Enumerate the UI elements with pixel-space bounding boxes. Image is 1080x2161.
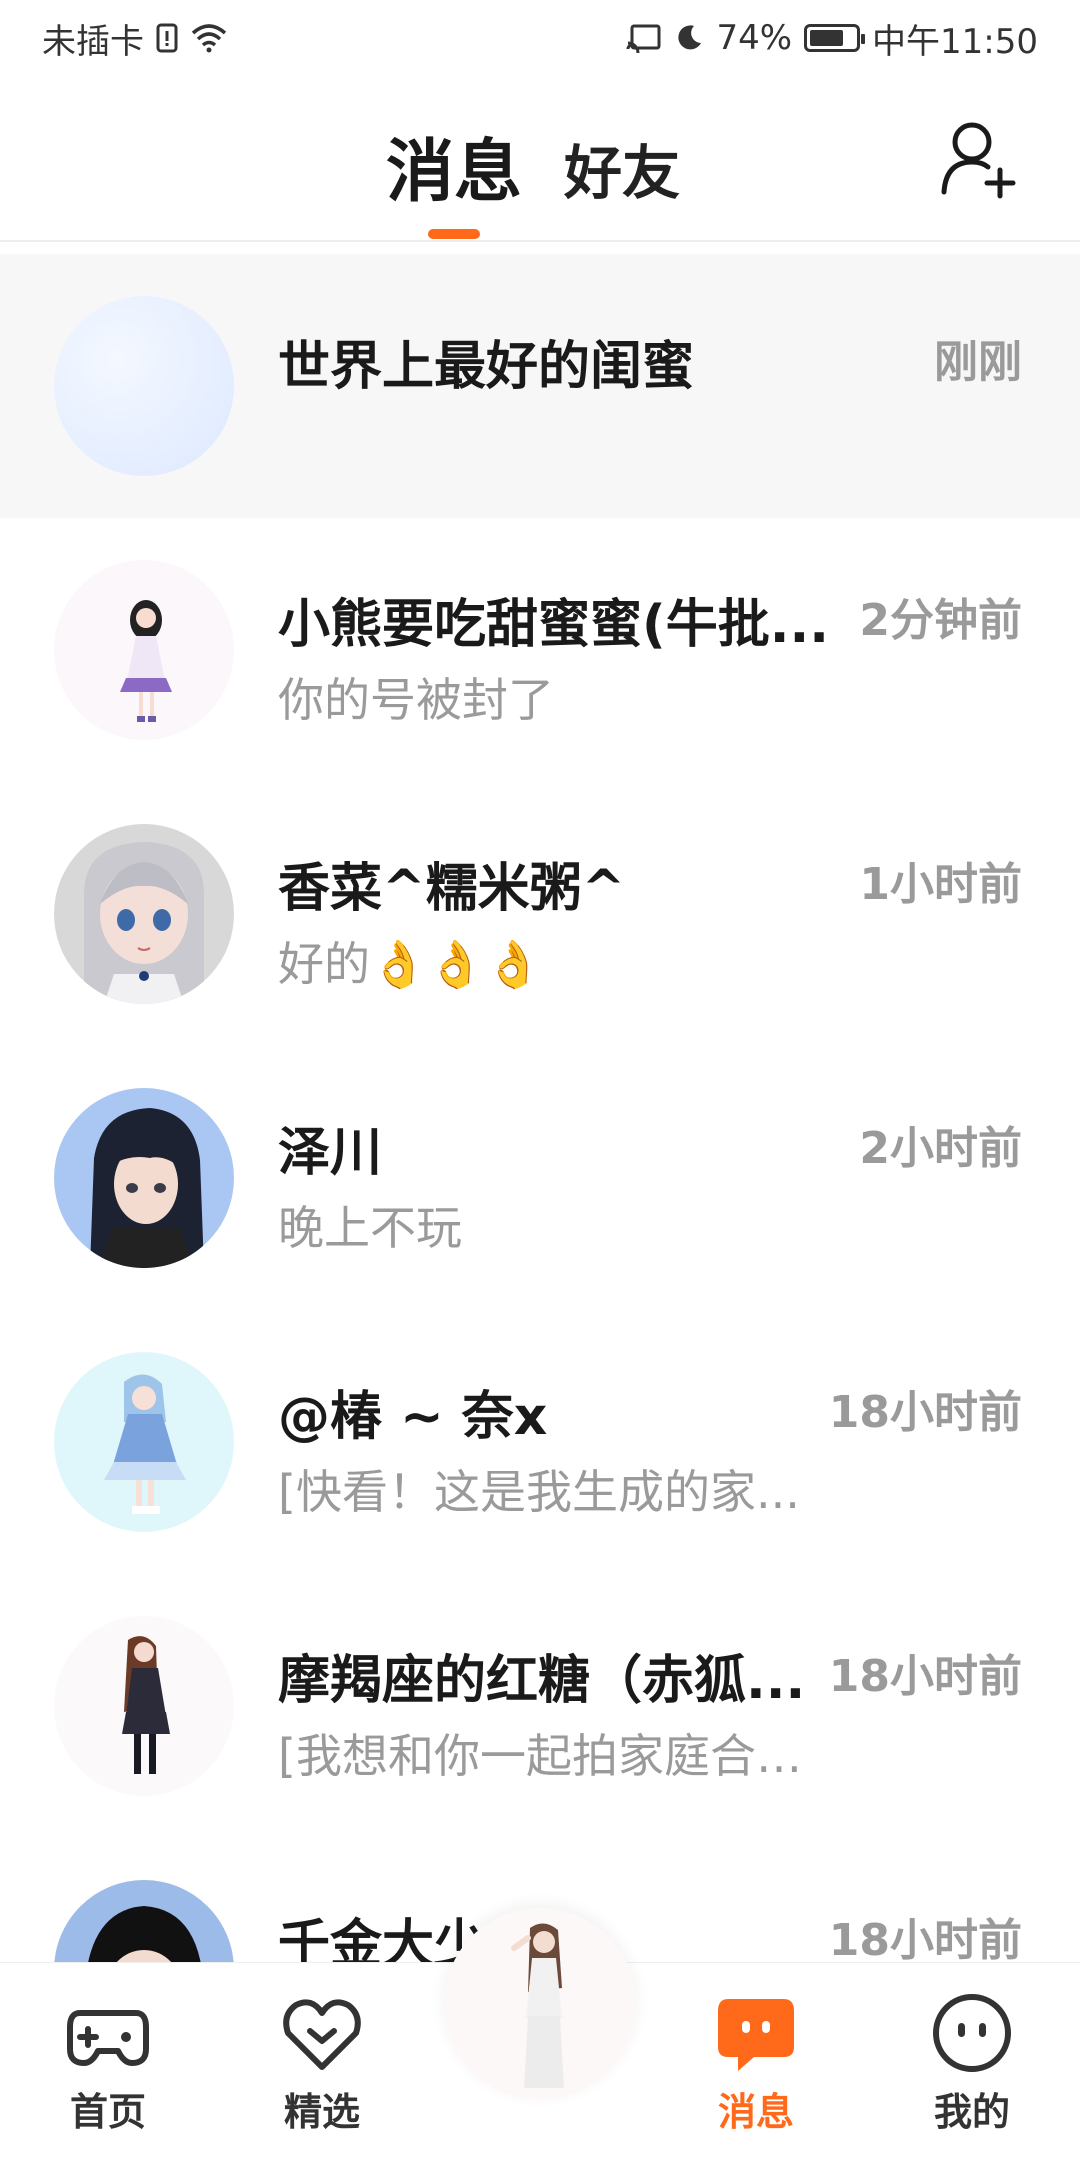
sim-alert-icon bbox=[156, 23, 178, 53]
message-list: 世界上最好的闺蜜 刚刚 小熊要吃甜蜜蜜(牛批... 2分钟前 你的号被封了 香菜… bbox=[0, 254, 1080, 2102]
message-row[interactable]: 世界上最好的闺蜜 刚刚 bbox=[0, 254, 1080, 518]
avatar bbox=[54, 1352, 234, 1532]
nav-mine-label: 我的 bbox=[933, 2090, 1010, 2134]
cast-icon bbox=[626, 23, 662, 53]
status-right: 74% 中午11:50 bbox=[626, 14, 1038, 63]
battery-percent: 74% bbox=[716, 18, 793, 58]
avatar bbox=[54, 824, 234, 1004]
add-friend-icon[interactable] bbox=[938, 118, 1020, 200]
tab-friends[interactable]: 好友 bbox=[564, 126, 680, 210]
message-row[interactable]: @椿 ~ 奈x 18小时前 [快看！这是我生成的家... bbox=[0, 1310, 1080, 1574]
nav-home[interactable]: 首页 bbox=[18, 1963, 198, 2161]
carrier-label: 未插卡 bbox=[42, 21, 144, 62]
battery-icon bbox=[804, 24, 866, 52]
avatar bbox=[54, 296, 234, 476]
clock: 中午11:50 bbox=[872, 21, 1038, 62]
contact-name: @椿 ~ 奈x bbox=[278, 1387, 548, 1447]
moon-icon bbox=[674, 23, 704, 53]
message-row[interactable]: 香菜^糯米粥^ 1小时前 好的👌👌👌 bbox=[0, 782, 1080, 1046]
nav-home-label: 首页 bbox=[69, 2090, 146, 2134]
message-row[interactable]: 泽川 2小时前 晚上不玩 bbox=[0, 1046, 1080, 1310]
message-time: 18小时前 bbox=[828, 1651, 1022, 1702]
message-preview: 好的👌👌👌 bbox=[278, 937, 542, 991]
status-left: 未插卡 bbox=[42, 14, 228, 63]
avatar bbox=[54, 1616, 234, 1796]
smiley-face-icon bbox=[930, 1991, 1014, 2075]
message-preview: 你的号被封了 bbox=[278, 673, 554, 727]
avatar bbox=[54, 560, 234, 740]
nav-mine[interactable]: 我的 bbox=[882, 1963, 1062, 2161]
wifi-icon bbox=[190, 23, 228, 53]
message-preview: 晚上不玩 bbox=[278, 1201, 462, 1255]
message-time: 刚刚 bbox=[934, 337, 1022, 388]
message-preview: [我想和你一起拍家庭合照] bbox=[278, 1729, 818, 1783]
nav-messages-label: 消息 bbox=[717, 2090, 794, 2134]
message-row[interactable]: 摩羯座的红糖（赤狐... 18小时前 [我想和你一起拍家庭合照] bbox=[0, 1574, 1080, 1838]
contact-name: 世界上最好的闺蜜 bbox=[278, 337, 695, 397]
contact-name: 泽川 bbox=[278, 1123, 383, 1183]
center-character-avatar[interactable] bbox=[444, 1908, 636, 2100]
message-row[interactable]: 小熊要吃甜蜜蜜(牛批... 2分钟前 你的号被封了 bbox=[0, 518, 1080, 782]
message-time: 2分钟前 bbox=[859, 595, 1022, 646]
message-time: 18小时前 bbox=[828, 1915, 1022, 1966]
header: 消息 好友 bbox=[0, 76, 1080, 242]
gamepad-icon bbox=[66, 1991, 150, 2075]
contact-name: 摩羯座的红糖（赤狐... bbox=[278, 1651, 806, 1711]
chat-bubble-icon bbox=[714, 1991, 798, 2075]
nav-messages[interactable]: 消息 bbox=[666, 1963, 846, 2161]
message-time: 1小时前 bbox=[859, 859, 1022, 910]
contact-name: 小熊要吃甜蜜蜜(牛批... bbox=[278, 595, 830, 655]
nav-featured[interactable]: 精选 bbox=[232, 1963, 412, 2161]
contact-name: 香菜^糯米粥^ bbox=[278, 859, 626, 919]
message-time: 18小时前 bbox=[828, 1387, 1022, 1438]
avatar bbox=[54, 1088, 234, 1268]
tab-messages[interactable]: 消息 bbox=[386, 116, 522, 215]
heart-icon bbox=[280, 1991, 364, 2075]
message-time: 2小时前 bbox=[859, 1123, 1022, 1174]
tab-indicator bbox=[428, 229, 480, 239]
status-bar: 未插卡 74% 中午11:50 bbox=[0, 0, 1080, 76]
nav-featured-label: 精选 bbox=[283, 2090, 360, 2134]
message-preview: [快看！这是我生成的家... bbox=[278, 1465, 800, 1519]
